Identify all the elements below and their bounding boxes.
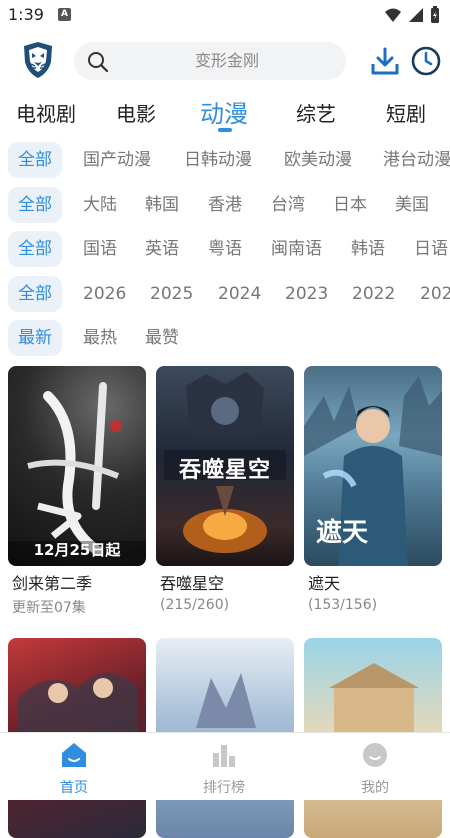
filter-chip[interactable]: 日韩动漫 xyxy=(184,142,252,178)
filter-chip-selected[interactable]: 全部 xyxy=(8,187,62,223)
filter-chip[interactable]: 日语 xyxy=(414,231,448,267)
filter-row-region: 全部 大陆 韩国 香港 台湾 日本 美国 xyxy=(0,185,450,225)
filter-chip-selected[interactable]: 全部 xyxy=(8,276,62,312)
poster-date-badge: 12月25日起 xyxy=(33,541,121,559)
battery-icon xyxy=(431,6,439,23)
status-bar: 1:39 A xyxy=(0,0,450,30)
search-bar[interactable]: 变形金刚 xyxy=(74,42,346,80)
tab-short-drama[interactable]: 短剧 xyxy=(386,98,426,127)
download-icon[interactable] xyxy=(370,46,400,76)
tiger-logo-icon xyxy=(24,42,52,78)
tab-anime[interactable]: 动漫 xyxy=(200,94,248,129)
tab-tv-series[interactable]: 电视剧 xyxy=(16,98,76,127)
filter-chip[interactable]: 台湾 xyxy=(271,187,305,223)
video-card[interactable]: 遮天 遮天 (153/156) xyxy=(304,366,442,613)
search-placeholder: 变形金刚 xyxy=(194,51,259,70)
video-title: 遮天 xyxy=(308,574,341,593)
nav-ranking-label: 排行榜 xyxy=(203,780,245,796)
sort-chip[interactable]: 最赞 xyxy=(145,320,179,356)
category-tabs: 电视剧 电影 动漫 综艺 短剧 xyxy=(0,92,450,132)
chart-icon xyxy=(213,745,235,767)
nav-profile[interactable]: 我的 xyxy=(335,741,415,797)
video-title: 剑来第二季 xyxy=(12,574,93,593)
video-poster[interactable]: 12月25日起 xyxy=(8,366,146,566)
signal-icon xyxy=(409,8,423,22)
history-clock-icon[interactable] xyxy=(410,45,442,77)
sort-chip[interactable]: 最热 xyxy=(83,320,117,356)
filter-row-sort: 最新 最热 最赞 xyxy=(0,318,450,358)
filter-chip[interactable]: 韩语 xyxy=(351,231,385,267)
filter-chip[interactable]: 日本 xyxy=(333,187,367,223)
filter-chip[interactable]: 粤语 xyxy=(208,231,242,267)
filter-row-language: 全部 国语 英语 粤语 闽南语 韩语 日语 xyxy=(0,229,450,269)
filter-chip[interactable]: 美国 xyxy=(395,187,429,223)
poster-title-art: 遮天 xyxy=(316,518,369,548)
filter-chip[interactable]: 国语 xyxy=(83,231,117,267)
video-poster[interactable]: 吞噬星空 xyxy=(156,366,294,566)
profile-icon xyxy=(363,743,387,767)
filter-chip-selected[interactable]: 全部 xyxy=(8,231,62,267)
filter-chip[interactable]: 欧美动漫 xyxy=(284,142,352,178)
nav-profile-label: 我的 xyxy=(361,780,389,796)
filter-chip[interactable]: 闽南语 xyxy=(271,231,322,267)
nav-home-label: 首页 xyxy=(60,780,88,796)
filter-row-type: 全部 国产动漫 日韩动漫 欧美动漫 港台动漫 xyxy=(0,140,450,180)
status-time: 1:39 xyxy=(8,5,44,24)
home-icon xyxy=(62,743,86,767)
filter-chip[interactable]: 2022 xyxy=(352,276,395,312)
filter-chip[interactable]: 2025 xyxy=(150,276,193,312)
video-poster[interactable]: 遮天 xyxy=(304,366,442,566)
active-tab-indicator xyxy=(218,128,232,132)
filter-chip[interactable]: 国产动漫 xyxy=(83,142,151,178)
video-episode-status: (215/260) xyxy=(160,597,230,613)
video-episode-status: (153/156) xyxy=(308,597,378,613)
filter-chip[interactable]: 2023 xyxy=(285,276,328,312)
wifi-icon xyxy=(385,8,401,22)
filter-chip[interactable]: 大陆 xyxy=(83,187,117,223)
filter-chip[interactable]: 英语 xyxy=(145,231,179,267)
video-card[interactable]: 12月25日起 剑来第二季 更新至07集 xyxy=(8,366,146,616)
filter-chip[interactable]: 韩国 xyxy=(145,187,179,223)
video-episode-status: 更新至07集 xyxy=(12,600,86,616)
filter-chip[interactable]: 2026 xyxy=(83,276,126,312)
video-card[interactable]: 吞噬星空 吞噬星空 (215/260) xyxy=(156,366,294,613)
poster-art xyxy=(8,382,146,566)
filter-chip[interactable]: 2024 xyxy=(218,276,261,312)
poster-title-art: 吞噬星空 xyxy=(178,458,271,483)
filter-row-year: 全部 2026 2025 2024 2023 2022 2021 xyxy=(0,274,450,314)
nav-ranking[interactable]: 排行榜 xyxy=(184,741,264,797)
sort-chip-selected[interactable]: 最新 xyxy=(8,320,62,356)
notification-icon: A xyxy=(58,8,71,21)
video-title: 吞噬星空 xyxy=(160,574,225,593)
filter-chip[interactable]: 香港 xyxy=(208,187,242,223)
nav-home[interactable]: 首页 xyxy=(34,741,114,797)
app-header: 变形金刚 xyxy=(0,38,450,86)
bottom-navigation: 首页 排行榜 我的 xyxy=(0,732,450,800)
filter-chip-selected[interactable]: 全部 xyxy=(8,142,62,178)
tab-movies[interactable]: 电影 xyxy=(116,98,156,127)
status-icons xyxy=(384,6,440,24)
tab-variety[interactable]: 综艺 xyxy=(296,98,336,127)
filter-chip[interactable]: 2021 xyxy=(420,276,450,312)
filter-chip[interactable]: 港台动漫 xyxy=(383,142,450,178)
